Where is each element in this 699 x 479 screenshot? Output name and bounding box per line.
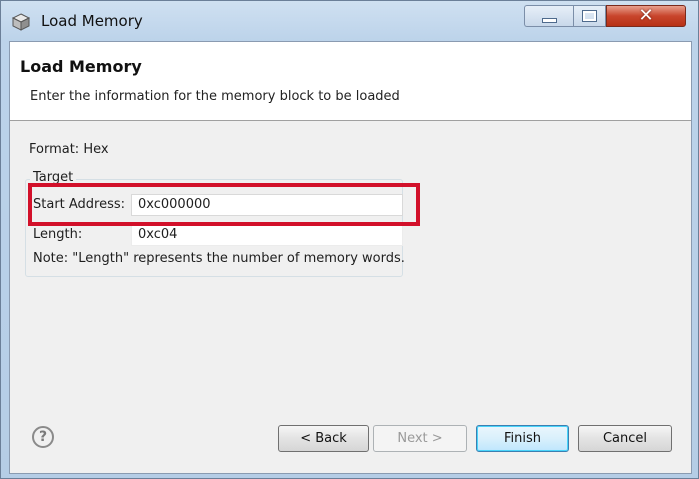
length-note: Note: "Length" represents the number of … [33,251,405,266]
format-label: Format: Hex [29,142,109,157]
length-label: Length: [33,227,83,242]
finish-button[interactable]: Finish [476,425,569,452]
maximize-icon [582,10,597,22]
help-icon[interactable]: ? [32,426,54,448]
page-description: Enter the information for the memory blo… [30,89,400,104]
dialog-body: Load Memory Enter the information for th… [9,41,692,474]
dialog-window: Load Memory ✕ Load Memory Enter the info… [0,0,699,479]
title-bar[interactable]: Load Memory ✕ [1,1,698,41]
wizard-banner: Load Memory Enter the information for th… [10,42,691,121]
back-button[interactable]: < Back [278,425,369,452]
close-icon: ✕ [638,5,654,26]
window-title: Load Memory [41,12,143,30]
close-button[interactable]: ✕ [606,5,686,27]
cube-icon [11,13,31,31]
minimize-icon [541,17,557,23]
cancel-button[interactable]: Cancel [578,425,672,452]
minimize-button[interactable] [524,5,573,27]
next-button[interactable]: Next > [373,425,467,452]
length-input[interactable]: 0xc04 [131,224,403,246]
maximize-button[interactable] [573,5,606,27]
page-title: Load Memory [20,57,142,76]
start-address-highlight [28,183,420,226]
